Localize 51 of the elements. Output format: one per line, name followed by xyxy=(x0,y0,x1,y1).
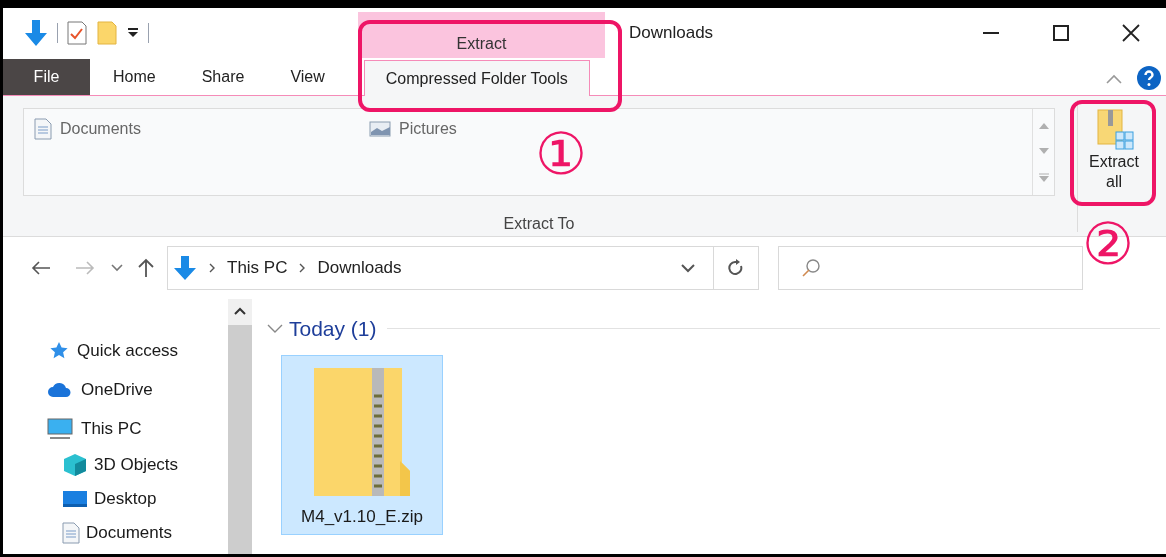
desktop-icon xyxy=(62,489,88,509)
scroll-up-icon[interactable] xyxy=(234,307,246,315)
address-field[interactable]: This PC Downloads xyxy=(167,246,759,290)
ribbon-tab[interactable]: Home xyxy=(90,59,179,95)
step-number: ① xyxy=(535,125,587,183)
nav-item[interactable]: OneDrive xyxy=(47,373,228,407)
up-arrow-icon[interactable] xyxy=(137,258,155,278)
step-number: ② xyxy=(1082,215,1134,273)
dropdown-icon[interactable] xyxy=(126,27,140,39)
document-icon xyxy=(34,118,52,140)
back-arrow-icon[interactable] xyxy=(31,260,51,276)
chevron-down-icon[interactable] xyxy=(681,263,695,273)
chevron-down-icon[interactable] xyxy=(267,323,283,334)
ribbon-tab[interactable]: Share xyxy=(178,59,268,95)
chevron-right-icon[interactable] xyxy=(299,263,306,273)
close-icon xyxy=(1122,24,1140,42)
collapse-ribbon-icon[interactable] xyxy=(1106,74,1122,84)
down-arrow-icon xyxy=(173,255,197,281)
group-header[interactable]: Today (1) xyxy=(289,313,377,345)
search-icon xyxy=(801,258,821,278)
search-field[interactable] xyxy=(778,246,1083,290)
monitor-icon xyxy=(47,418,73,440)
nav-item[interactable]: This PC xyxy=(47,412,228,446)
breadcrumb[interactable]: Downloads xyxy=(317,255,402,281)
cloud-icon xyxy=(47,382,73,398)
nav-item[interactable]: Quick access xyxy=(47,334,228,368)
scrollbar[interactable] xyxy=(228,299,252,554)
ribbon-tab[interactable]: View xyxy=(267,59,348,95)
zip-folder-icon xyxy=(1094,108,1134,152)
document-icon xyxy=(62,522,80,544)
help-icon[interactable] xyxy=(1136,65,1162,91)
picture-icon xyxy=(369,121,391,137)
nav-item[interactable]: 3D Objects xyxy=(47,450,228,480)
file-item[interactable]: M4_v1.10_E.zip xyxy=(281,354,443,535)
group-label: Extract To xyxy=(503,214,575,234)
context-tab-header: Extract xyxy=(358,12,605,58)
window-title: Downloads xyxy=(629,22,715,45)
cube-icon xyxy=(62,453,88,477)
breadcrumb[interactable]: This PC xyxy=(227,255,288,281)
destination-item[interactable]: Documents xyxy=(24,117,359,141)
chevron-down-icon[interactable] xyxy=(111,264,123,272)
zip-folder-icon xyxy=(312,365,412,498)
refresh-icon xyxy=(728,259,744,277)
file-tab[interactable]: File xyxy=(3,59,90,95)
nav-item[interactable]: Desktop xyxy=(47,484,228,514)
chevron-right-icon[interactable] xyxy=(209,263,215,273)
checklist-icon[interactable] xyxy=(66,20,88,46)
nav-item[interactable]: Documents xyxy=(47,518,228,548)
ribbon-tab[interactable]: Compressed Folder Tools xyxy=(363,60,590,96)
extract-all-button[interactable]: Extract all xyxy=(1078,106,1150,200)
down-arrow-icon[interactable] xyxy=(23,19,49,47)
